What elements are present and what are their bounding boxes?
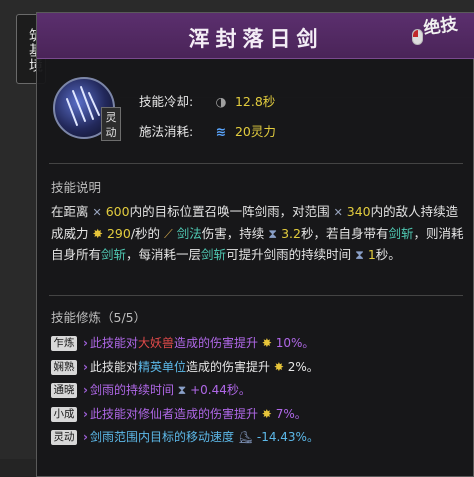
mod-item: 通晓 › 剑雨的持续时间 ⧗ +0.44秒。 <box>51 379 465 403</box>
cost-row: 施法消耗: ≋ 20灵力 <box>139 121 276 140</box>
hourglass-icon: ⧗ <box>177 383 187 397</box>
skill-name: 浑封落日剑 <box>188 26 324 51</box>
cooldown-row: 技能冷却: ◑ 12.8秒 <box>139 91 275 110</box>
mod-item: 娴熟 › 此技能对精英单位造成的伤害提升 ✸ 2%。 <box>51 356 465 380</box>
mod-item: 灵动 › 剑雨范围内目标的移动速度 ⛸ -14.43%。 <box>51 426 465 450</box>
mods-title: 技能修炼（5/5） <box>51 310 147 325</box>
clock-icon: ◑ <box>215 94 227 109</box>
mod-item: 乍炼 › 此技能对大妖兽造成的伤害提升 ✸ 10%。 <box>51 332 465 356</box>
mouse-icon <box>412 29 423 45</box>
cooldown-value: 12.8秒 <box>234 94 276 109</box>
skill-description: 在距离 ✕ 600内的目标位置召唤一阵剑雨，对范围 ✕ 340内的敌人持续造成威… <box>51 204 464 262</box>
range-icon: ✕ <box>333 206 343 219</box>
cost-label: 施法消耗: <box>139 124 194 139</box>
arrow-icon: › <box>83 406 88 421</box>
mod-tag: 小成 <box>51 406 77 422</box>
tooltip-header: 浑封落日剑 绝技 <box>37 13 474 59</box>
skill-tooltip: 浑封落日剑 绝技 灵动 技能冷却: ◑ 12.8秒 施法消耗: ≋ 20灵力 技… <box>36 12 474 477</box>
mod-item: 小成 › 此技能对修仙者造成的伤害提升 ✸ 7%。 <box>51 403 465 427</box>
description-title: 技能说明 <box>51 180 102 195</box>
arrow-icon: › <box>83 359 88 374</box>
power-icon: ✸ <box>273 359 284 374</box>
sword-icon: ⟋ <box>164 226 173 241</box>
divider <box>49 295 463 296</box>
mana-icon: ≋ <box>215 124 227 139</box>
power-icon: ✸ <box>92 226 103 241</box>
divider <box>49 163 463 164</box>
mods-list: 乍炼 › 此技能对大妖兽造成的伤害提升 ✸ 10%。 娴熟 › 此技能对精英单位造成的伤… <box>51 332 465 450</box>
arrow-icon: › <box>83 383 88 397</box>
power-icon: ✸ <box>261 406 272 421</box>
mod-tag: 娴熟 <box>51 359 77 375</box>
power-icon: ✸ <box>261 336 272 350</box>
boot-icon: ⛸ <box>237 430 254 444</box>
hourglass-icon: ⧗ <box>355 247 364 262</box>
cooldown-label: 技能冷却: <box>139 94 194 109</box>
cost-value: 20灵力 <box>234 124 276 139</box>
range-icon: ✕ <box>92 206 102 219</box>
arrow-icon: › <box>83 430 88 444</box>
mod-tag: 乍炼 <box>51 336 77 351</box>
mod-tag: 通晓 <box>51 383 77 398</box>
skill-type-tag: 灵动 <box>101 107 121 141</box>
hourglass-icon: ⧗ <box>268 226 278 241</box>
arrow-icon: › <box>83 336 88 350</box>
skill-stamp: 绝技 <box>422 14 459 40</box>
mod-tag: 灵动 <box>51 430 77 445</box>
